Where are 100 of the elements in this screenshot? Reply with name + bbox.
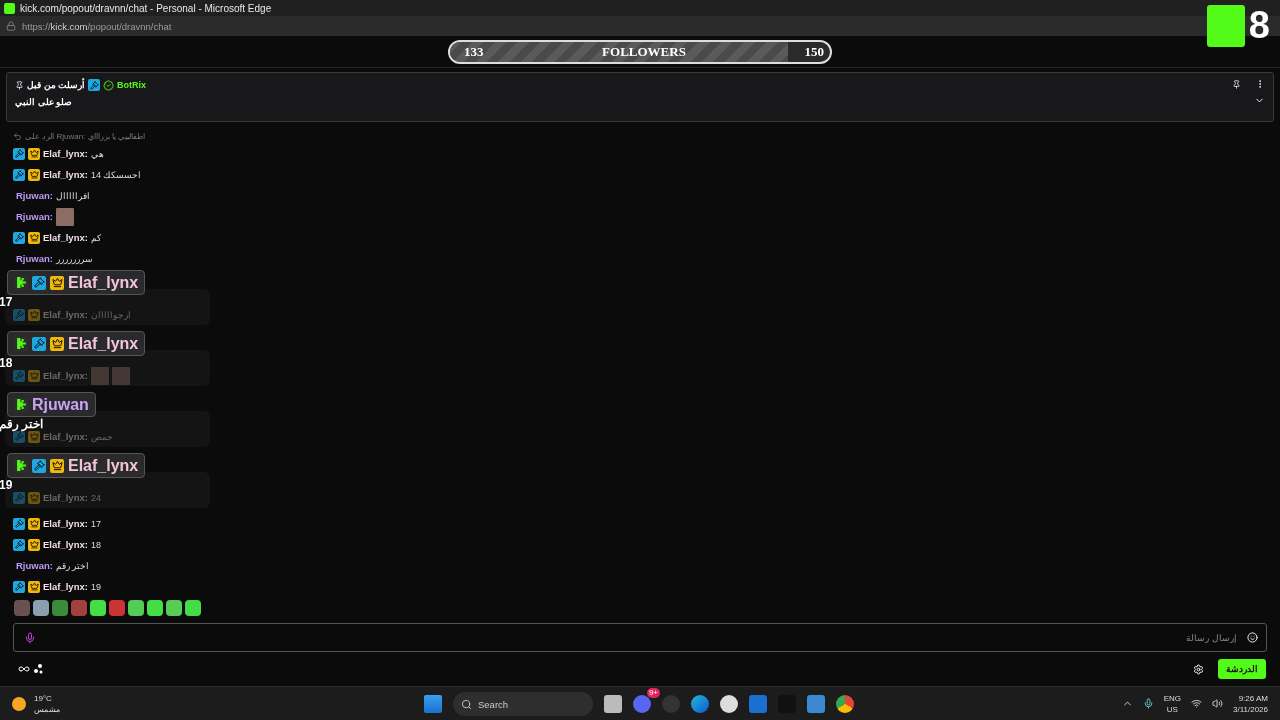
clock-date[interactable]: 3/11/2026 bbox=[1233, 703, 1268, 715]
chat-message: 14 احسسكك bbox=[90, 169, 142, 180]
chat-username[interactable]: Elaf_lynx: bbox=[43, 539, 88, 550]
reply-context: الرد على Rjuwan: اطفالييي يا بزراااي bbox=[25, 132, 146, 141]
chat-username[interactable]: Elaf_lynx: bbox=[43, 518, 88, 529]
clock-time[interactable]: 9:26 AM bbox=[1238, 692, 1268, 704]
volume-icon bbox=[1212, 698, 1223, 709]
notification-badge: 9+ bbox=[646, 688, 660, 698]
chat-message: كم bbox=[90, 232, 101, 243]
crown-badge-icon bbox=[28, 491, 40, 504]
gavel-badge-icon bbox=[13, 538, 25, 551]
microphone-icon bbox=[24, 631, 36, 644]
infinity-icon bbox=[18, 663, 30, 675]
crown-badge-icon bbox=[28, 369, 40, 382]
start-button[interactable] bbox=[424, 695, 442, 713]
chat-message: هي bbox=[90, 148, 104, 159]
region-code[interactable]: US bbox=[1166, 703, 1178, 715]
verified-icon bbox=[103, 79, 114, 91]
gavel-badge-icon bbox=[32, 275, 46, 290]
gavel-badge-icon bbox=[13, 580, 25, 593]
chat-message: افرااااال bbox=[55, 190, 90, 201]
reply-icon bbox=[13, 132, 22, 141]
chat-username[interactable]: Rjuwan: bbox=[16, 253, 53, 264]
goal-current: 133 bbox=[464, 43, 484, 60]
chat-message: حمص bbox=[90, 431, 113, 442]
emote-image[interactable] bbox=[128, 600, 144, 616]
gavel-badge-icon bbox=[13, 430, 25, 443]
crown-badge-icon bbox=[28, 147, 40, 160]
gavel-badge-icon bbox=[88, 79, 100, 91]
crown-badge-icon bbox=[28, 308, 40, 321]
chat-message: ارجوااااان bbox=[90, 309, 131, 320]
crown-badge-icon bbox=[50, 336, 64, 351]
settings-icon bbox=[1193, 663, 1204, 675]
chat-username[interactable]: Elaf_lynx: bbox=[43, 169, 88, 180]
crown-badge-icon bbox=[28, 517, 40, 530]
overlay-counter: 8 bbox=[1248, 4, 1270, 47]
message-input[interactable]: إرسال رسالة bbox=[36, 631, 1239, 644]
lock-icon bbox=[6, 21, 16, 31]
highlight-label: 19 bbox=[0, 479, 13, 491]
gavel-badge-icon bbox=[13, 147, 25, 160]
gavel-badge-icon bbox=[13, 517, 25, 530]
chat-app-icon[interactable] bbox=[633, 695, 651, 713]
dots-icon bbox=[33, 664, 43, 674]
address-field[interactable]: https://kick.com/popout/dravnn/chat bbox=[22, 20, 172, 32]
pinned-text: صلو على النبي bbox=[15, 97, 73, 107]
taskbar-search[interactable]: Search bbox=[453, 692, 593, 716]
task-view-icon[interactable] bbox=[604, 695, 622, 713]
emote-image[interactable] bbox=[52, 600, 68, 616]
chat-message: 17 bbox=[90, 518, 101, 529]
chat-message: 19 bbox=[90, 581, 101, 592]
chat-message: اختر رقم bbox=[55, 560, 90, 571]
pinned-username[interactable]: BotRix bbox=[117, 80, 146, 90]
microphone-icon bbox=[1142, 698, 1154, 709]
emote-image[interactable] bbox=[33, 600, 49, 616]
chrome-browser-icon[interactable] bbox=[836, 695, 854, 713]
chat-username[interactable]: Elaf_lynx: bbox=[43, 232, 88, 243]
message-field[interactable]: إرسال رسالة bbox=[13, 623, 1267, 652]
crown-badge-icon bbox=[28, 538, 40, 551]
chat-username[interactable]: Rjuwan: bbox=[16, 211, 53, 222]
search-placeholder: Search bbox=[478, 698, 509, 710]
chat-username[interactable]: Elaf_lynx: bbox=[43, 581, 88, 592]
k-badge-icon bbox=[14, 458, 28, 473]
k-badge-icon bbox=[14, 397, 28, 412]
emote-image bbox=[90, 366, 109, 385]
crown-badge-icon bbox=[28, 168, 40, 181]
crown-badge-icon bbox=[50, 275, 64, 290]
k-badge-icon bbox=[14, 336, 28, 351]
gavel-badge-icon bbox=[13, 308, 25, 321]
emote-image[interactable] bbox=[147, 600, 163, 616]
highlight-label: 18 bbox=[0, 357, 13, 369]
goal-target: 150 bbox=[804, 43, 824, 60]
crown-badge-icon bbox=[50, 458, 64, 473]
language-code[interactable]: ENG bbox=[1163, 692, 1181, 704]
chat-username[interactable]: Rjuwan: bbox=[16, 190, 53, 201]
chat-message: 18 bbox=[90, 539, 101, 550]
sun-icon bbox=[12, 696, 26, 711]
browser-app-icon[interactable] bbox=[691, 695, 709, 713]
highlight-card: Elaf_lynx bbox=[7, 453, 146, 478]
chat-username[interactable]: Elaf_lynx: bbox=[43, 148, 88, 159]
highlight-label: اختر رقم bbox=[0, 418, 44, 430]
chat-button[interactable]: الدردشة bbox=[1218, 659, 1266, 679]
crown-badge-icon bbox=[28, 580, 40, 593]
gavel-badge-icon bbox=[13, 231, 25, 244]
emote-image bbox=[111, 366, 130, 385]
gavel-badge-icon bbox=[13, 168, 25, 181]
window-title: kick.com/popout/dravnn/chat - Personal - Microsoft Edge bbox=[20, 2, 272, 14]
pin-icon bbox=[15, 80, 24, 90]
highlight-label: 17 bbox=[0, 296, 13, 308]
weather-condition: مشمس bbox=[34, 703, 60, 715]
emote-image[interactable] bbox=[71, 600, 87, 616]
chat-message: 24 bbox=[90, 492, 101, 503]
chat-username[interactable]: Rjuwan: bbox=[16, 560, 53, 571]
wifi-icon bbox=[1191, 698, 1202, 709]
chat-message: سررررررر bbox=[55, 253, 93, 264]
crown-badge-icon bbox=[28, 231, 40, 244]
emote-image[interactable] bbox=[109, 600, 125, 616]
emote-image[interactable] bbox=[90, 600, 106, 616]
emote-image[interactable] bbox=[185, 600, 201, 616]
emote-image[interactable] bbox=[166, 600, 182, 616]
search-icon bbox=[461, 698, 472, 710]
